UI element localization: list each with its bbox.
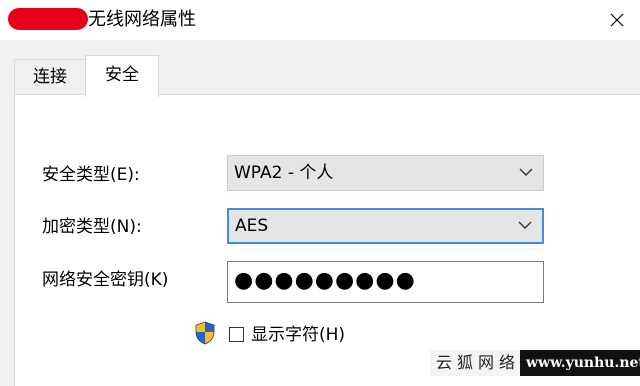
network-key-input[interactable]: ●●●●●●●●● bbox=[227, 261, 544, 303]
encryption-type-select[interactable]: AES bbox=[227, 208, 544, 244]
redacted-network-name bbox=[8, 8, 88, 30]
show-characters-checkbox[interactable] bbox=[229, 327, 244, 342]
chevron-down-icon bbox=[518, 221, 532, 229]
wireless-properties-dialog: 无线网络属性 连接 安全 安全类型(E): WPA2 - 个人 加密类型(N):… bbox=[0, 0, 640, 386]
security-type-label: 安全类型(E): bbox=[42, 165, 140, 185]
watermark-site-name: 云狐网络 bbox=[430, 350, 520, 376]
close-button[interactable] bbox=[594, 0, 640, 40]
show-characters-label[interactable]: 显示字符(H) bbox=[251, 324, 345, 346]
tab-security[interactable]: 安全 bbox=[85, 55, 159, 97]
window-title: 无线网络属性 bbox=[88, 9, 196, 30]
uac-shield-icon bbox=[195, 321, 215, 345]
chevron-down-icon bbox=[519, 168, 533, 176]
title-bar[interactable]: 无线网络属性 bbox=[0, 0, 640, 40]
security-type-select[interactable]: WPA2 - 个人 bbox=[227, 155, 544, 191]
tab-connection[interactable]: 连接 bbox=[14, 59, 86, 95]
network-key-label: 网络安全密钥(K) bbox=[42, 270, 169, 290]
close-icon bbox=[610, 13, 624, 27]
watermark-site-url: www.yunhu.net bbox=[520, 350, 640, 376]
encryption-type-value: AES bbox=[235, 216, 269, 236]
encryption-type-label: 加密类型(N): bbox=[42, 217, 142, 237]
security-type-value: WPA2 - 个人 bbox=[234, 163, 334, 183]
